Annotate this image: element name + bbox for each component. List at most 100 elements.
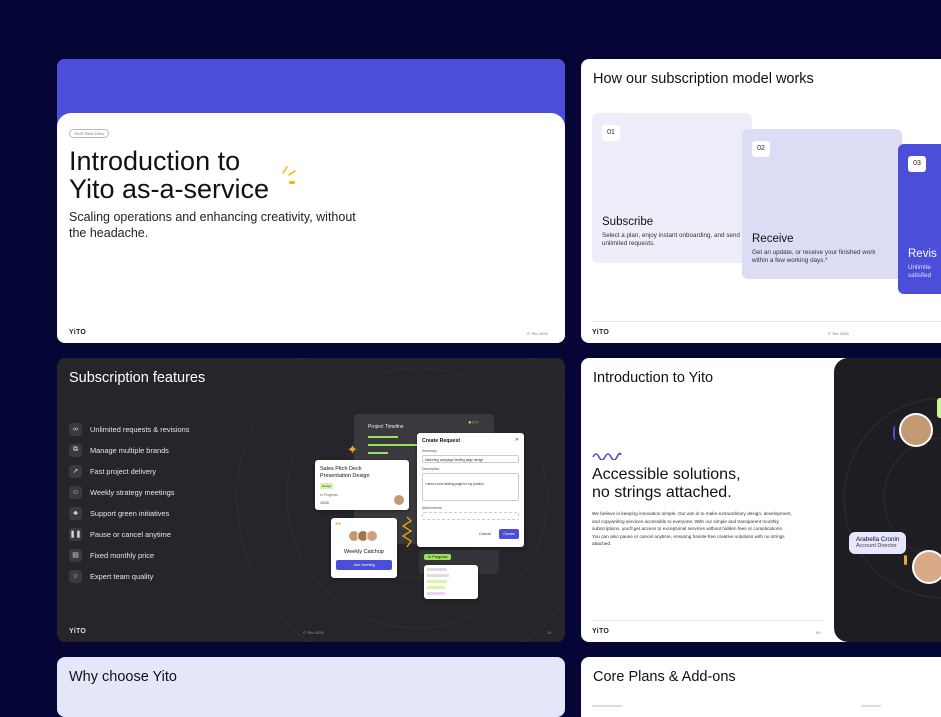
feature-label: Expert team quality bbox=[90, 571, 154, 581]
catchup-title: Weekly Catchup bbox=[344, 549, 384, 555]
slide-model[interactable]: How our subscription model works 01 Subs… bbox=[581, 59, 941, 343]
summary-input[interactable]: Marketing campaign landing page design bbox=[422, 455, 519, 463]
step-desc: Get an update, or receive your finished … bbox=[752, 249, 876, 264]
task-count: 10/15 bbox=[320, 501, 329, 505]
step-card-3: 03 Revis Unlimite satisfied bbox=[898, 144, 941, 294]
feature-item: ⧉ Manage multiple brands bbox=[69, 442, 169, 458]
weekly-catchup-card[interactable]: ●● Weekly Catchup Join meeting bbox=[331, 518, 397, 578]
slide-title: How our subscription model works bbox=[593, 71, 814, 87]
feature-label: Support green initiatives bbox=[90, 508, 170, 518]
person-name: Arabella Cronin bbox=[856, 536, 900, 543]
pitch-deck-tag: Yito® Pitch Deck bbox=[69, 129, 109, 138]
slide-subtitle: Scaling operations and enhancing creativ… bbox=[69, 210, 356, 240]
slide-title: Introduction to Yito bbox=[593, 370, 714, 386]
yito-logo: YiTO bbox=[592, 628, 610, 635]
page-number: 10 bbox=[547, 630, 552, 635]
name-chip bbox=[937, 398, 941, 418]
heading-line-2: no strings attached. bbox=[592, 484, 732, 501]
feature-label: Pause or cancel anytime bbox=[90, 529, 171, 539]
step-heading: Revis bbox=[908, 248, 937, 260]
leaf-icon: ♣ bbox=[69, 506, 82, 520]
column-label-bar bbox=[861, 705, 881, 707]
infinity-icon: ∞ bbox=[69, 422, 82, 436]
slide-intro-yito[interactable]: Introduction to Yito Accessible solution… bbox=[581, 358, 941, 642]
task-tag: Design bbox=[320, 483, 334, 489]
feature-label: Fixed monthly price bbox=[90, 550, 155, 560]
star-icon: ☆ bbox=[69, 569, 82, 583]
yito-logo: YiTO bbox=[69, 628, 87, 635]
feature-label: Weekly strategy meetings bbox=[90, 487, 175, 497]
timeline-bar bbox=[368, 436, 398, 438]
step-heading: Receive bbox=[752, 233, 794, 245]
wave-icon bbox=[592, 452, 622, 460]
step-number: 02 bbox=[752, 141, 770, 157]
status-dots-icon: ●○○ bbox=[468, 420, 479, 426]
slide-plans[interactable]: Core Plans & Add-ons bbox=[581, 657, 941, 717]
attachments-label: Attachments bbox=[422, 506, 442, 510]
feature-label: Fast project delivery bbox=[90, 466, 157, 476]
feature-item: ☺ Weekly strategy meetings bbox=[69, 484, 174, 500]
column-label-bar bbox=[592, 705, 622, 707]
pause-icon: ❚❚ bbox=[69, 527, 82, 541]
intro-body: We believe in keeping innovation simple.… bbox=[592, 511, 792, 546]
task-card[interactable]: Sales Pitch Deck Presentation Design Des… bbox=[315, 460, 409, 510]
option-bar bbox=[427, 568, 447, 571]
slide-features[interactable]: Subscription features ∞ Unlimited request… bbox=[57, 358, 565, 642]
copyright: © Yito 2024 bbox=[828, 331, 849, 336]
slide-intro[interactable]: Yito® Pitch Deck Introduction to Yito as… bbox=[57, 59, 565, 343]
feature-label: Unlimited requests & revisions bbox=[90, 424, 190, 434]
task-title: Sales Pitch Deck Presentation Design bbox=[320, 466, 370, 479]
create-button[interactable]: Create bbox=[499, 529, 519, 539]
feature-item: ➚ Fast project delivery bbox=[69, 463, 156, 479]
receipt-icon: ▤ bbox=[69, 548, 82, 562]
description-textarea[interactable]: I need a new landing page for my product bbox=[422, 473, 519, 501]
accent-dot bbox=[289, 181, 295, 184]
footer-divider bbox=[592, 321, 941, 322]
slide-title: Subscription features bbox=[69, 370, 206, 386]
background-rings bbox=[843, 397, 941, 599]
option-bar bbox=[427, 592, 445, 595]
slide-title: Introduction to Yito as-a-service bbox=[69, 147, 369, 203]
attachment-dropzone[interactable] bbox=[422, 512, 519, 520]
slide-title: Why choose Yito bbox=[69, 669, 177, 685]
avatar bbox=[912, 550, 941, 584]
status-dots-icon: ●● bbox=[335, 521, 342, 527]
step-card-2: 02 Receive Get an update, or receive you… bbox=[742, 129, 902, 279]
close-icon[interactable]: ✕ bbox=[515, 437, 519, 443]
squiggle-icon bbox=[402, 516, 412, 548]
step-desc: Unlimite satisfied bbox=[908, 264, 932, 279]
cancel-button[interactable]: Cancel bbox=[479, 532, 491, 536]
option-bar bbox=[427, 586, 445, 589]
avatar bbox=[366, 530, 378, 542]
create-request-dialog[interactable]: Create Request ✕ Summary Marketing campa… bbox=[417, 433, 524, 547]
status-options[interactable] bbox=[424, 565, 478, 599]
yito-logo: YiTO bbox=[592, 329, 610, 336]
step-heading: Subscribe bbox=[602, 216, 654, 228]
page-number: 09 bbox=[816, 630, 821, 635]
feature-item: ♣ Support green initiatives bbox=[69, 505, 169, 521]
person-label: Arabella Cronin Account Director bbox=[849, 532, 907, 554]
avatar bbox=[899, 413, 933, 447]
avatar bbox=[393, 494, 405, 506]
feature-item: ☆ Expert team quality bbox=[69, 568, 153, 584]
slide-title: Core Plans & Add-ons bbox=[593, 669, 736, 685]
layers-icon: ⧉ bbox=[69, 443, 82, 457]
summary-label: Summary bbox=[422, 449, 437, 453]
dialog-title: Create Request bbox=[422, 438, 461, 444]
footer-divider bbox=[592, 620, 824, 621]
feature-item: ❚❚ Pause or cancel anytime bbox=[69, 526, 171, 542]
slide-why[interactable]: Why choose Yito bbox=[57, 657, 565, 717]
title-line-1: Introduction to bbox=[69, 146, 241, 176]
option-bar bbox=[427, 574, 449, 577]
status-dropdown[interactable]: In Progress bbox=[424, 554, 452, 560]
join-meeting-button[interactable]: Join meeting bbox=[336, 560, 392, 570]
person-role: Account Director bbox=[856, 543, 897, 549]
sparkle-icon: ✦ bbox=[347, 442, 358, 457]
feature-label: Manage multiple brands bbox=[90, 445, 169, 455]
accent-arc bbox=[893, 426, 899, 440]
team-panel bbox=[834, 358, 941, 642]
task-progress: In Progress bbox=[320, 493, 338, 497]
step-number: 03 bbox=[908, 156, 926, 172]
copyright: © Yito 2024 bbox=[527, 331, 548, 336]
copyright: © Yito 2024 bbox=[303, 630, 324, 635]
